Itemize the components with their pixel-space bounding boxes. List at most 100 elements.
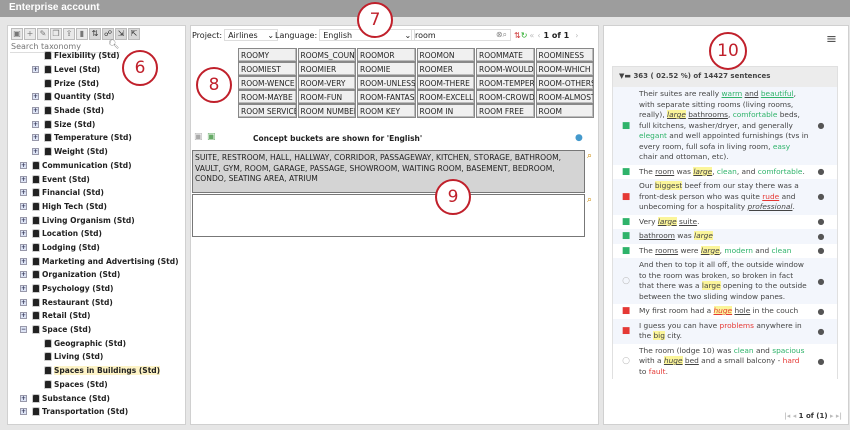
word-button[interactable]: ROOM-EXCELL... (416, 90, 475, 104)
word-button[interactable]: ROOMON (416, 48, 475, 62)
word-button[interactable]: ROOM-UNLESS (357, 76, 416, 90)
word-button[interactable]: ROOMIEST (238, 62, 297, 76)
word-button[interactable]: ROOM-OTHERS (535, 76, 594, 90)
expand-icon[interactable]: + (20, 394, 27, 402)
project-select[interactable]: Airlines ⌄ (224, 29, 279, 41)
tree-item[interactable]: + Location (Std) (8, 227, 186, 241)
sentence-row[interactable]: ○ The room (lodge 10) was clean and spaci… (613, 343, 837, 379)
expand-icon[interactable]: + (20, 257, 27, 265)
word-button[interactable]: ROOM-ALMOST (535, 90, 594, 104)
word-button[interactable]: ROOMY (238, 48, 297, 62)
comment-icon[interactable]: ● (809, 246, 833, 255)
sentence-row[interactable]: ■ Very large suite. ● (613, 214, 837, 229)
word-button[interactable]: ROOMS_COUNT (297, 48, 356, 62)
expand-icon[interactable]: + (20, 298, 27, 306)
word-button[interactable]: ROOMINESS (535, 48, 594, 62)
word-button[interactable]: ROOMMATE (476, 48, 535, 62)
collapse-icon[interactable]: − (20, 326, 27, 334)
edit-icon[interactable]: ✎ (37, 28, 49, 40)
tree-item[interactable]: + Transportation (Std) (8, 405, 186, 419)
expand-icon[interactable]: + (32, 93, 39, 101)
tree-item[interactable]: + Restaurant (Std) (8, 295, 186, 309)
comment-icon[interactable]: ● (809, 121, 833, 130)
word-button[interactable]: ROOM-WENCE (238, 76, 297, 90)
refresh-icon[interactable]: ⇅ (89, 28, 101, 40)
word-button[interactable]: ROOMIE (357, 62, 416, 76)
comment-icon[interactable]: ● (809, 277, 833, 286)
word-button[interactable]: ROOM NUMBER (297, 104, 356, 118)
word-button[interactable]: ROOM-THERE (416, 76, 475, 90)
tree-item[interactable]: Living (Std) (8, 350, 186, 364)
word-button[interactable]: ROOM IN (416, 104, 475, 118)
expand-icon[interactable]: + (32, 148, 39, 156)
tree-item[interactable]: + Organization (Std) (8, 268, 186, 282)
tree-item[interactable]: + Event (Std) (8, 172, 186, 186)
expand-icon[interactable]: + (20, 312, 27, 320)
tree-item[interactable]: − Space (Std) (8, 323, 186, 337)
comment-icon[interactable]: ● (809, 192, 833, 201)
expand-icon[interactable]: + (20, 243, 27, 251)
sort-icon[interactable]: ⇅ (514, 31, 521, 40)
first-page-icon[interactable]: |◂ (784, 412, 790, 420)
tree-item[interactable]: + High Tech (Std) (8, 200, 186, 214)
first-page-icon[interactable]: « (529, 31, 534, 40)
tree-item[interactable]: + Substance (Std) (8, 391, 186, 405)
word-button[interactable]: ROOM-MAYBE (238, 90, 297, 104)
word-button[interactable]: ROOM-CROWDED (476, 90, 535, 104)
word-button[interactable]: ROOMIER (297, 62, 356, 76)
revert-icon[interactable]: ▣ (207, 132, 216, 142)
prev-page-icon[interactable]: ◂ (793, 412, 797, 420)
save-icon[interactable]: ▣ (11, 28, 23, 40)
tree-item[interactable]: Flexibility (Std) (8, 49, 186, 63)
word-button[interactable]: ROOM FREE (476, 104, 535, 118)
hierarchy-icon[interactable]: ☍ (102, 28, 114, 40)
expand-icon[interactable]: + (20, 216, 27, 224)
expand-icon[interactable]: + (20, 189, 27, 197)
tree-item[interactable]: + Weight (Std) (8, 145, 186, 159)
tree-item[interactable]: + Shade (Std) (8, 104, 186, 118)
word-button[interactable]: ROOMOR (357, 48, 416, 62)
word-button[interactable]: ROOM-VERY (297, 76, 356, 90)
word-button[interactable]: ROOM-WOULD (476, 62, 535, 76)
tree-item[interactable]: Spaces (Std) (8, 378, 186, 392)
word-search-input[interactable]: room ⊗⌕ (411, 29, 511, 41)
zoom-icon[interactable]: ⌕ (587, 195, 592, 205)
tree-item[interactable]: + Financial (Std) (8, 186, 186, 200)
comment-icon[interactable]: ● (809, 232, 833, 241)
comment-icon[interactable]: ● (809, 357, 833, 366)
word-button[interactable]: ROOM SERVICE (238, 104, 297, 118)
word-button[interactable]: ROOM-TEMPER... (476, 76, 535, 90)
sentence-row[interactable]: ■ Our biggest beef from our stay there wa… (613, 179, 837, 215)
refresh-icon[interactable]: ↻ (521, 31, 528, 40)
import-icon[interactable]: ⇲ (115, 28, 127, 40)
expand-icon[interactable]: + (32, 120, 39, 128)
second-textarea[interactable] (192, 194, 585, 237)
comment-icon[interactable]: ● (809, 307, 833, 316)
expand-icon[interactable]: + (20, 271, 27, 279)
tree-item[interactable]: Spaces in Buildings (Std) (8, 364, 186, 378)
tree-item[interactable]: Geographic (Std) (8, 336, 186, 350)
next-page-icon[interactable]: › (575, 31, 578, 40)
add-icon[interactable]: + (24, 28, 36, 40)
comment-icon[interactable]: ● (809, 167, 833, 176)
comment-icon[interactable]: ● (809, 217, 833, 226)
word-button[interactable]: ROOMER (416, 62, 475, 76)
comment-icon[interactable]: ● (809, 327, 833, 336)
expand-icon[interactable]: + (32, 66, 39, 74)
tree-item[interactable]: + Quantity (Std) (8, 90, 186, 104)
prev-page-icon[interactable]: ‹ (537, 31, 540, 40)
zoom-icon[interactable]: ⌕ (587, 151, 592, 161)
sentence-row[interactable]: ■ Their suites are really warm and beauti… (613, 87, 837, 165)
tree-item[interactable]: + Retail (Std) (8, 309, 186, 323)
search-icon[interactable]: ⌕ (503, 30, 507, 39)
sentence-row[interactable]: ■ The rooms were large, modern and clean ● (613, 243, 837, 258)
export-icon[interactable]: ⇪ (63, 28, 75, 40)
sentence-row[interactable]: ■ bathroom was large ● (613, 229, 837, 244)
delete-icon[interactable]: ▮ (76, 28, 88, 40)
expand-icon[interactable]: + (20, 408, 27, 416)
sentence-row[interactable]: ■ I guess you can have problems anywhere … (613, 318, 837, 344)
word-button[interactable]: ROOM KEY (357, 104, 416, 118)
tree-item[interactable]: + Level (Std) (8, 63, 186, 77)
globe-icon[interactable]: ● (575, 133, 583, 143)
word-button[interactable]: ROOM-WHICH (535, 62, 594, 76)
